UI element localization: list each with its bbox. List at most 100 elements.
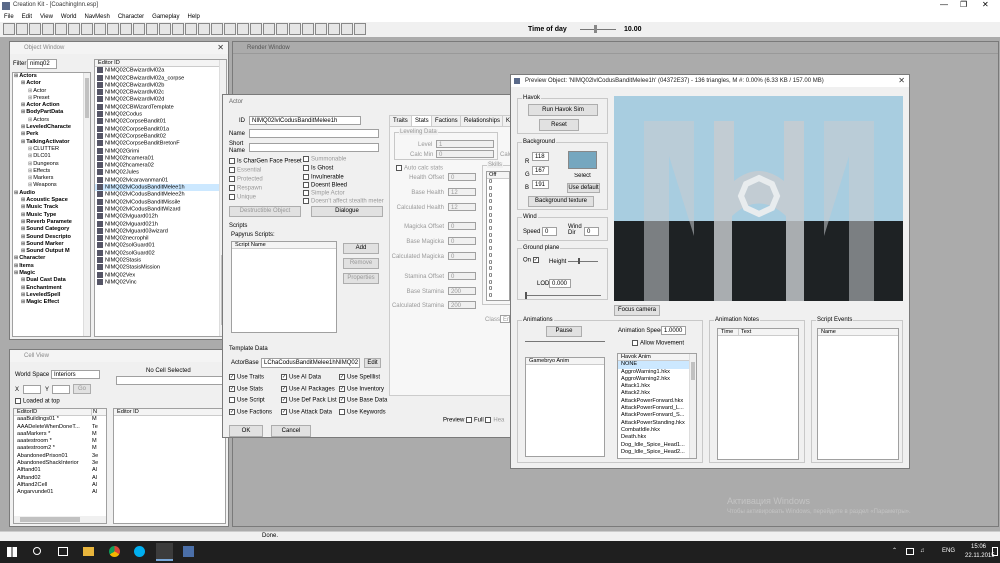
table-row[interactable]: aaaMarkers * M — [14, 431, 106, 438]
tree-item[interactable]: ⊞BodyPartData — [14, 109, 90, 116]
expand-icon[interactable]: ⊞ — [14, 73, 18, 79]
close-icon[interactable]: ✕ — [982, 1, 989, 9]
grid-icon[interactable] — [120, 23, 132, 35]
destructible-object-button[interactable]: Destructible Object — [229, 206, 301, 217]
expand-icon[interactable]: ⊞ — [21, 197, 25, 203]
auto-calc-checkbox[interactable]: Auto calc stats — [396, 165, 443, 173]
g-field[interactable]: 167 — [532, 166, 549, 175]
col-time[interactable]: Time — [721, 329, 733, 335]
skill-value[interactable]: 0 — [487, 280, 509, 287]
use-flag-checkbox[interactable]: ✓ Use Stats — [229, 385, 263, 394]
expand-icon[interactable]: ⊞ — [28, 168, 32, 174]
language-indicator[interactable]: ENG — [942, 548, 955, 555]
col-editorid[interactable]: EditorID — [17, 409, 37, 415]
speed-field[interactable]: 0 — [542, 227, 557, 236]
tree-item[interactable]: ⊞Items — [14, 263, 90, 270]
filter-input[interactable]: nimq02 — [27, 59, 57, 69]
col-text[interactable]: Text — [738, 329, 751, 336]
close-icon[interactable]: ✕ — [217, 42, 224, 54]
expand-icon[interactable]: ⊞ — [14, 270, 18, 276]
list-item[interactable]: NIMQ02Vex — [95, 271, 226, 279]
redo-icon[interactable] — [68, 23, 80, 35]
background-texture-button[interactable]: Background texture — [528, 196, 594, 207]
light-icon[interactable] — [159, 23, 171, 35]
focus-camera-button[interactable]: Focus camera — [614, 305, 660, 316]
skill-value[interactable]: 0 — [487, 246, 509, 253]
cell-objects-header[interactable]: Editor ID — [114, 409, 225, 417]
actor-base-select[interactable]: LChaCodusBanditMelee1hNIMQ02 — [261, 358, 360, 368]
bsa-icon[interactable] — [237, 23, 249, 35]
open-icon[interactable] — [16, 23, 28, 35]
lod-field[interactable]: 0.000 — [549, 279, 571, 288]
short-name-field[interactable] — [249, 143, 379, 152]
list-item[interactable]: NIMQ02lvlguard012h — [95, 213, 226, 220]
bg-color-swatch[interactable] — [568, 151, 597, 169]
maximize-icon[interactable]: ❐ — [960, 1, 967, 9]
skill-value[interactable]: 0 — [487, 286, 509, 293]
skills-off-header[interactable]: Off — [487, 172, 509, 180]
loaded-at-top-checkbox[interactable]: Loaded at top — [15, 398, 60, 406]
expand-icon[interactable]: ⊞ — [21, 292, 25, 298]
gamebryo-anim-header[interactable]: Gamebryo Anim — [526, 358, 604, 366]
skill-value[interactable]: 0 — [487, 233, 509, 240]
tree-item[interactable]: ⊞Actor Action — [14, 102, 90, 109]
use-flag-checkbox[interactable]: ✓ Use Traits — [229, 374, 264, 382]
skill-value[interactable]: 0 — [487, 213, 509, 220]
tree-item[interactable]: ⊞Sound Output M — [14, 248, 90, 255]
use-default-button[interactable]: Use default — [567, 183, 600, 193]
skill-value[interactable]: 0 — [487, 206, 509, 213]
height-slider[interactable] — [568, 258, 598, 264]
close-icon[interactable]: ✕ — [898, 75, 905, 87]
x-field[interactable] — [23, 385, 41, 394]
cell-icon[interactable] — [289, 23, 301, 35]
level-field[interactable]: 1 — [436, 140, 494, 148]
list-item[interactable]: NIMQ02lvlguard021h — [95, 220, 226, 228]
cut-icon[interactable] — [81, 23, 93, 35]
doesnt-bleed-checkbox[interactable]: Doesnt Bleed — [303, 182, 347, 190]
tree-item[interactable]: ⊞LeveledSpell — [14, 292, 90, 299]
tree-item[interactable]: ⊞Character — [14, 255, 90, 262]
expand-icon[interactable]: ⊞ — [21, 109, 25, 115]
use-flag-checkbox[interactable]: Use Keywords — [339, 408, 386, 417]
list-item[interactable]: NIMQ02CBwizardlvl02d — [95, 96, 226, 103]
tree-item[interactable]: ⊞Acoustic Space — [14, 197, 90, 204]
list-item[interactable]: AggroWarning1.hkx — [618, 369, 696, 376]
tree-item[interactable]: ⊞Actors — [14, 73, 90, 80]
tree-item[interactable]: ⊞Sound Marker — [14, 241, 90, 248]
use-flag-checkbox[interactable]: ✓ Use Base Data — [339, 397, 387, 405]
save-icon[interactable] — [29, 23, 41, 35]
pause-button[interactable]: Pause — [546, 326, 582, 337]
warning-icon[interactable] — [250, 23, 262, 35]
list-item[interactable]: NIMQ02lvlCodusBanditMelee1h — [95, 184, 226, 192]
table-row[interactable]: Alftand2Cell Al — [14, 482, 106, 489]
tree-item[interactable]: ⊞Enchantment — [14, 285, 90, 292]
reset-button[interactable]: Reset — [539, 119, 579, 131]
run-havok-sim-button[interactable]: Run Havok Sim — [528, 104, 598, 116]
expand-icon[interactable]: ⊞ — [21, 277, 25, 283]
tree-item[interactable]: ⊞Markers — [14, 175, 90, 182]
expand-icon[interactable]: ⊞ — [21, 248, 25, 254]
object-tree[interactable]: ⊞Actors ⊞Actor ⊞Actor ⊞Preset ⊞Actor Action ⊞… — [12, 72, 91, 337]
cell-list-hscroll[interactable] — [14, 516, 106, 523]
tab-relationships[interactable]: Relationships — [460, 115, 505, 126]
file-explorer-icon[interactable] — [83, 547, 94, 556]
list-item[interactable]: NIMQ02CBwizardlvl02a_corpse — [95, 74, 226, 82]
voice-icon[interactable] — [276, 23, 288, 35]
skill-value[interactable]: 0 — [487, 179, 509, 186]
tree-item[interactable]: ⊞Magic Effect — [14, 299, 90, 306]
start-icon[interactable] — [7, 547, 17, 557]
table-row[interactable]: Angarvunde01 Al — [14, 489, 106, 496]
list-item[interactable]: NIMQ02CorpseBandit01a — [95, 125, 226, 133]
list-item[interactable]: AttackPowerForward_L... — [618, 405, 696, 412]
list-item[interactable]: AttackPowerForward_S... — [618, 412, 696, 419]
tree-item[interactable]: ⊞DLC01 — [14, 153, 90, 160]
list-item[interactable]: NIMQ02Vinc — [95, 278, 226, 286]
ground-on-checkbox[interactable]: On ✓ — [523, 257, 541, 265]
menu-character[interactable]: Character — [118, 14, 144, 20]
list-item[interactable]: NIMQ02lvlguard03wizard — [95, 227, 226, 235]
use-flag-checkbox[interactable]: ✓ Use AI Packages — [281, 385, 335, 394]
tree-item[interactable]: ⊞Music Track — [14, 204, 90, 211]
fog-icon[interactable] — [185, 23, 197, 35]
angle-snap-icon[interactable] — [133, 23, 145, 35]
expand-icon[interactable]: ⊞ — [21, 131, 25, 137]
